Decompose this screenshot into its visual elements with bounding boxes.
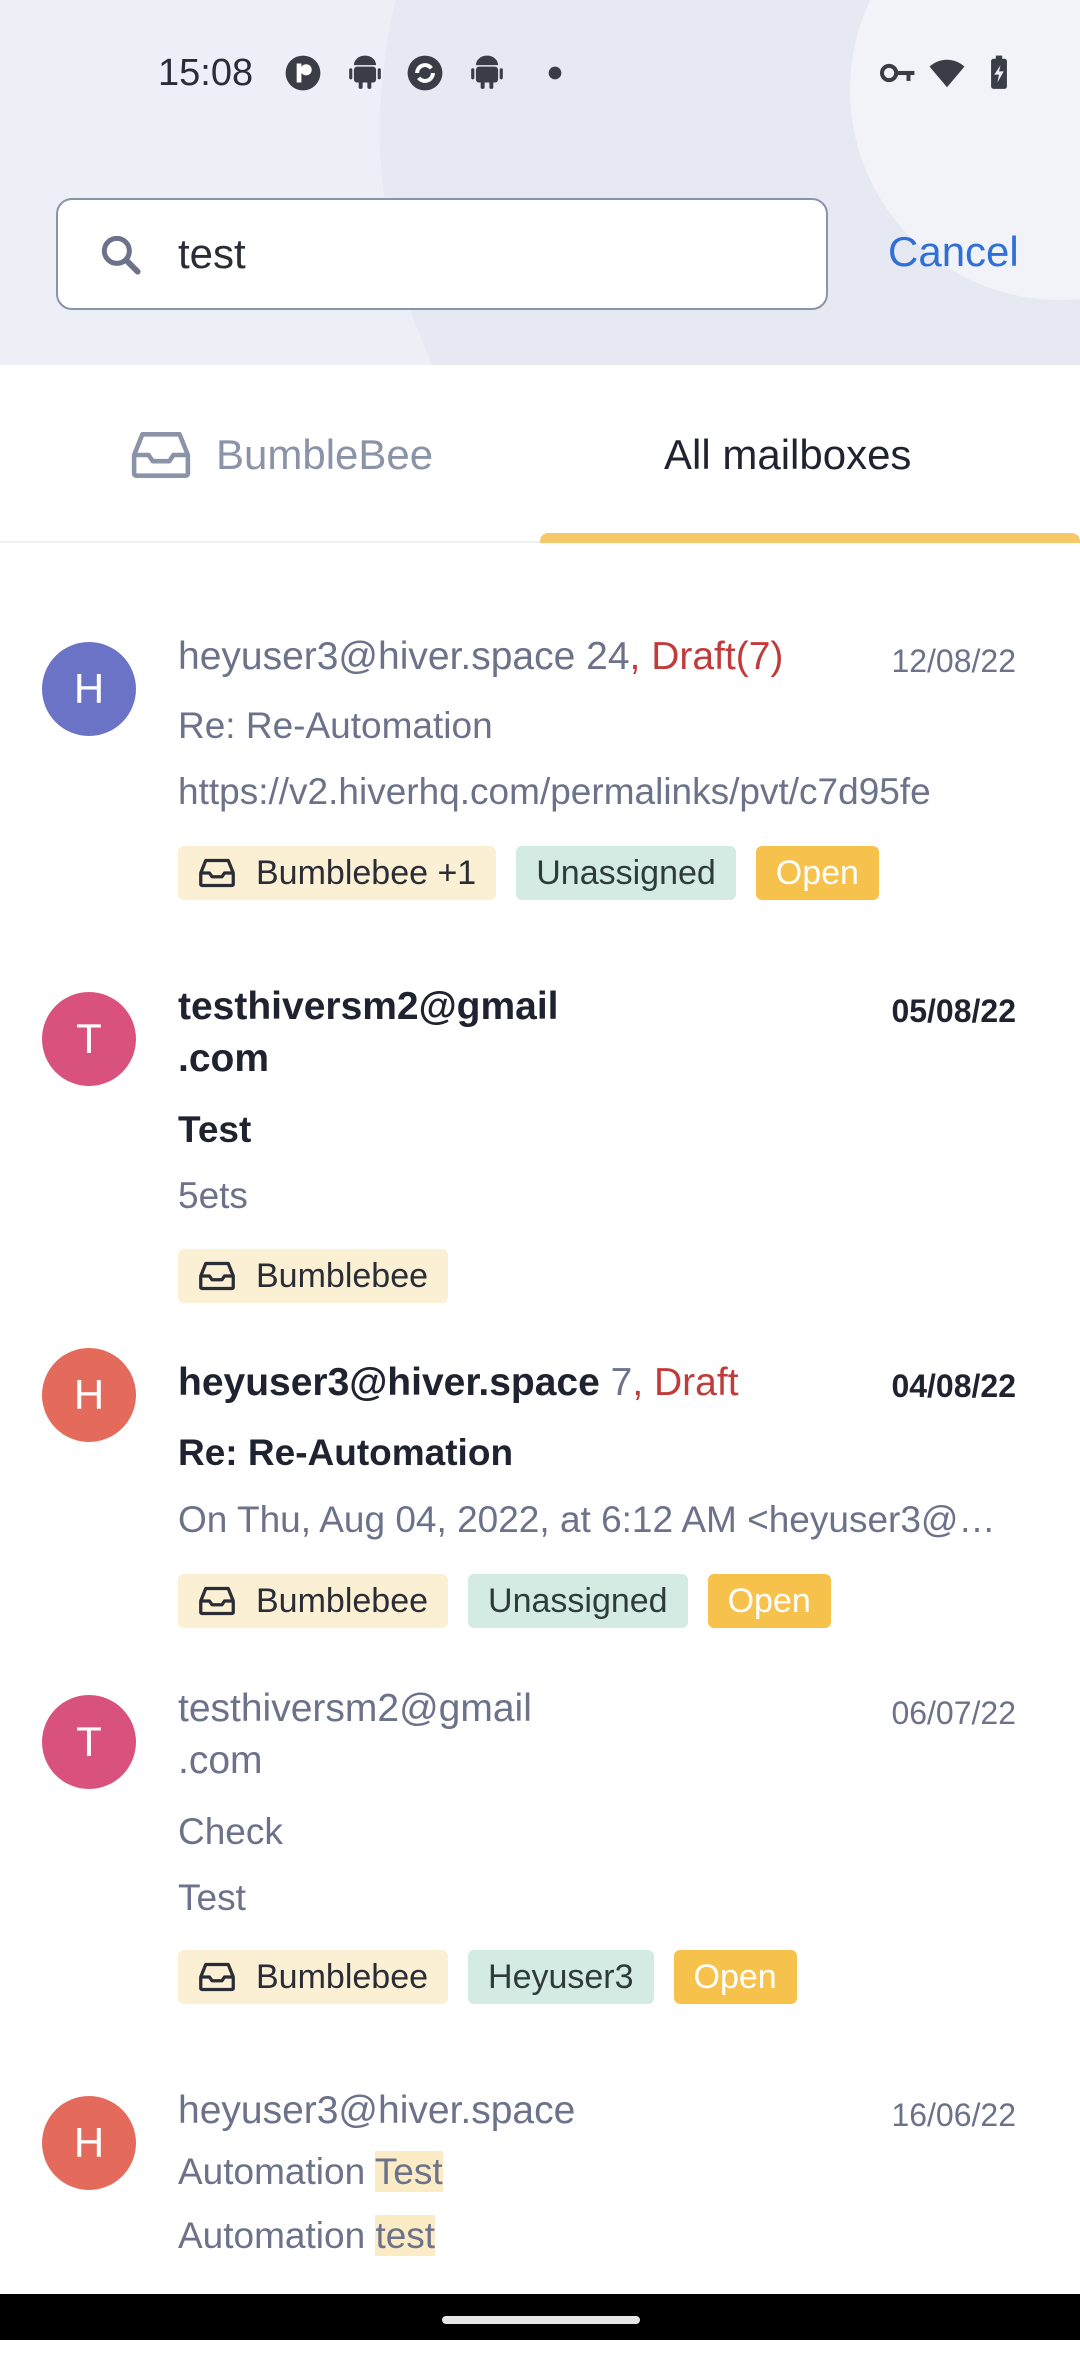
search-highlight: test xyxy=(375,2215,436,2256)
date: 06/07/22 xyxy=(891,1695,1016,1731)
inbox-icon xyxy=(199,1261,235,1291)
search-query[interactable]: test xyxy=(178,230,246,278)
tab-label: BumbleBee xyxy=(216,431,434,478)
inbox-icon xyxy=(199,1962,235,1992)
date: 05/08/22 xyxy=(891,993,1016,1029)
subject: Automation Test xyxy=(178,2151,1016,2193)
conversation-row[interactable]: H heyuser3@hiver.space 24, Draft(7) 12/0… xyxy=(0,543,1080,913)
inbox-icon xyxy=(199,858,235,888)
preview: 5ets xyxy=(178,1175,248,1216)
preview: Test xyxy=(178,1877,246,1918)
mailbox-tag: Bumblebee +1 xyxy=(178,846,497,900)
assignee-tag: Heyuser3 xyxy=(468,1950,654,2004)
sender-email: testhiversm2@gmail xyxy=(178,1687,532,1730)
android-icon xyxy=(349,55,381,89)
status-tag: Open xyxy=(673,1950,797,2004)
assignee-tag: Unassigned xyxy=(516,846,736,900)
conversation-list: H heyuser3@hiver.space 24, Draft(7) 12/0… xyxy=(0,543,1080,2363)
subject: Test xyxy=(178,1109,252,1150)
date: 16/06/22 xyxy=(891,2097,1016,2133)
avatar: H xyxy=(42,642,136,736)
sender-email: heyuser3@hiver.space xyxy=(178,635,576,678)
tags: Bumblebee +1 Unassigned Open xyxy=(178,846,899,900)
search-highlight: Test xyxy=(374,2151,443,2192)
sender: testhiversm2@gmail .com xyxy=(178,1683,532,1787)
sender: heyuser3@hiver.space xyxy=(178,2085,575,2137)
cancel-button[interactable]: Cancel xyxy=(888,228,1019,276)
mailbox-tag: Bumblebee xyxy=(178,1950,449,2004)
preview: Automation test xyxy=(178,2215,1016,2257)
avatar: H xyxy=(42,2096,136,2190)
more-notifications-dot-icon xyxy=(548,66,562,80)
subject: Check xyxy=(178,1811,283,1852)
avatar: T xyxy=(42,992,136,1086)
draft-count: , Draft(7) xyxy=(629,635,784,678)
search-icon xyxy=(101,235,141,275)
subject: Re: Re-Automation xyxy=(178,705,493,746)
sender-email-continued: .com xyxy=(178,1037,270,1080)
sender-email: heyuser3@hiver.space xyxy=(178,1361,600,1404)
app-notification-icon xyxy=(285,55,321,91)
sender: heyuser3@hiver.space 24, Draft(7) xyxy=(178,631,783,683)
tags: Bumblebee Heyuser3 Open xyxy=(178,1950,817,2004)
search-input[interactable]: test xyxy=(56,198,828,310)
subject: Re: Re-Automation xyxy=(178,1432,514,1473)
conversation-row[interactable]: T testhiversm2@gmail .com 06/07/22 Check… xyxy=(0,1663,1080,2063)
assignee-tag: Unassigned xyxy=(468,1574,688,1628)
sync-icon xyxy=(407,55,443,91)
mailbox-tag-label: Bumblebee xyxy=(256,1957,429,1996)
preview: On Thu, Aug 04, 2022, at 6:12 AM <heyuse… xyxy=(178,1499,996,1540)
preview-text: Automation xyxy=(178,2215,376,2256)
android-icon xyxy=(471,55,503,89)
message-count: 7 xyxy=(610,1361,633,1404)
status-bar: 15:08 xyxy=(0,0,1080,150)
status-time: 15:08 xyxy=(158,52,254,94)
sender-email-continued: .com xyxy=(178,1739,263,1782)
conversation-row[interactable]: H heyuser3@hiver.space 7, Draft 04/08/22… xyxy=(0,1288,1080,1663)
message-count: 24 xyxy=(586,635,630,678)
home-gesture-handle[interactable] xyxy=(442,2316,640,2324)
inbox-icon xyxy=(131,432,191,478)
inbox-icon xyxy=(199,1586,235,1616)
mailbox-tag-label: Bumblebee xyxy=(256,1581,429,1620)
sender-email: testhiversm2@gmail xyxy=(178,985,559,1028)
search-header: 15:08 test Cancel xyxy=(0,0,1080,365)
mailbox-tag-label: Bumblebee +1 xyxy=(256,853,477,892)
date: 12/08/22 xyxy=(891,643,1016,679)
sender-email: heyuser3@hiver.space xyxy=(178,2089,576,2132)
vpn-key-icon xyxy=(879,63,915,83)
preview: https://v2.hiverhq.com/permalinks/pvt/c7… xyxy=(178,771,931,812)
subject-text: Automation xyxy=(178,2151,375,2192)
status-tag: Open xyxy=(755,846,879,900)
tab-all-mailboxes[interactable]: All mailboxes xyxy=(664,431,911,479)
tags: Bumblebee Unassigned Open xyxy=(178,1574,851,1628)
avatar: H xyxy=(42,1348,136,1442)
sender: heyuser3@hiver.space 7, Draft xyxy=(178,1357,739,1409)
mailbox-tabs: BumbleBee All mailboxes xyxy=(0,365,1080,543)
draft-count: , Draft xyxy=(632,1361,739,1404)
tab-bumblebee[interactable]: BumbleBee xyxy=(130,425,433,485)
date: 04/08/22 xyxy=(891,1368,1016,1404)
avatar: T xyxy=(42,1695,136,1789)
wifi-icon xyxy=(929,59,965,88)
battery-charging-icon xyxy=(991,55,1007,89)
mailbox-tag: Bumblebee xyxy=(178,1574,449,1628)
status-tag: Open xyxy=(707,1574,831,1628)
active-tab-indicator xyxy=(540,533,1080,543)
sender: testhiversm2@gmail .com xyxy=(178,981,559,1085)
conversation-row[interactable]: T testhiversm2@gmail .com 05/08/22 Test … xyxy=(0,913,1080,1303)
